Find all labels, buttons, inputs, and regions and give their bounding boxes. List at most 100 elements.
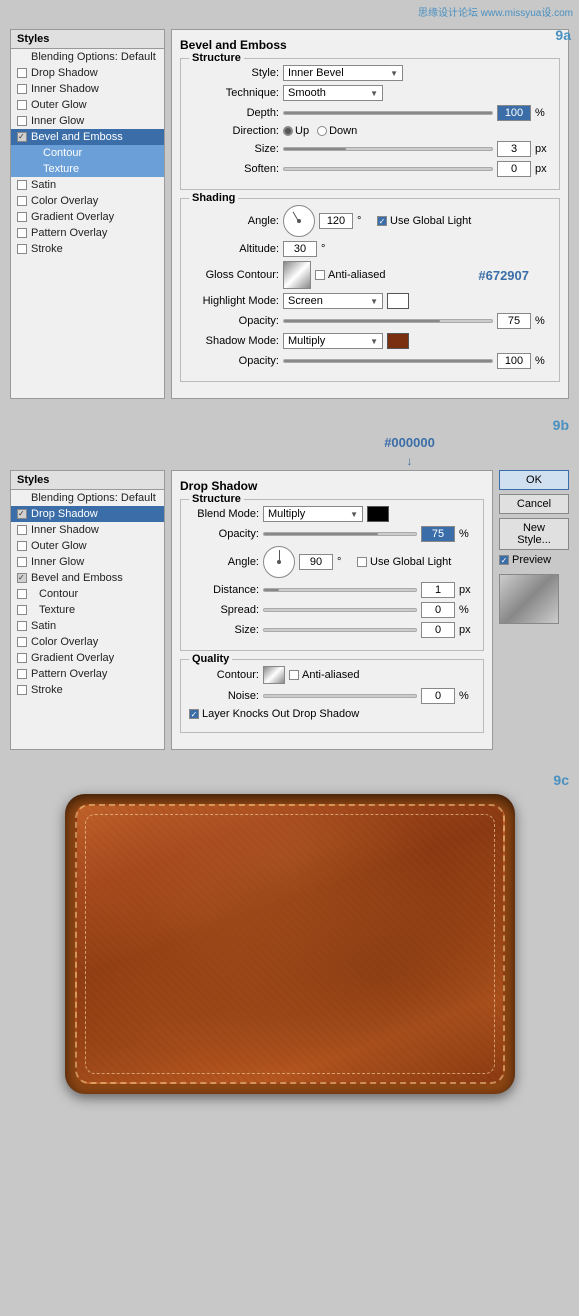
noise-input-b[interactable]	[421, 688, 455, 704]
highlight-opacity-slider[interactable]	[283, 319, 493, 323]
noise-slider-b[interactable]	[263, 694, 417, 698]
soften-input[interactable]	[497, 161, 531, 177]
checkbox-satin-a[interactable]	[17, 180, 27, 190]
distance-slider-b[interactable]	[263, 588, 417, 592]
direction-up[interactable]: Up	[283, 125, 309, 137]
checkbox-gradient-overlay-a[interactable]	[17, 212, 27, 222]
sidebar-item-color-overlay-b[interactable]: Color Overlay	[11, 634, 164, 650]
sidebar-item-pattern-overlay-a[interactable]: Pattern Overlay	[11, 225, 164, 241]
angle-dial-a[interactable]	[283, 205, 315, 237]
checkbox-inner-glow-b[interactable]	[17, 557, 27, 567]
sidebar-item-stroke-b[interactable]: Stroke	[11, 682, 164, 698]
shadow-mode-dropdown[interactable]: Multiply ▼	[283, 333, 383, 349]
depth-input[interactable]	[497, 105, 531, 121]
sidebar-item-stroke-a[interactable]: Stroke	[11, 241, 164, 257]
anti-aliased-checkbox-a[interactable]	[315, 270, 325, 280]
checkbox-stroke-a[interactable]	[17, 244, 27, 254]
technique-dropdown[interactable]: Smooth ▼	[283, 85, 383, 101]
anti-aliased-checkbox-b[interactable]	[289, 670, 299, 680]
layer-knocks-item[interactable]: Layer Knocks Out Drop Shadow	[189, 708, 359, 720]
size-slider-b[interactable]	[263, 628, 417, 632]
sidebar-item-satin-a[interactable]: Satin	[11, 177, 164, 193]
sidebar-item-inner-shadow-a[interactable]: Inner Shadow	[11, 81, 164, 97]
checkbox-texture-b[interactable]	[17, 605, 27, 615]
sidebar-item-gradient-overlay-b[interactable]: Gradient Overlay	[11, 650, 164, 666]
shadow-opacity-slider[interactable]	[283, 359, 493, 363]
shadow-opacity-input[interactable]	[497, 353, 531, 369]
sidebar-item-texture-a[interactable]: Texture	[11, 161, 164, 177]
checkbox-color-overlay-a[interactable]	[17, 196, 27, 206]
checkbox-contour-b[interactable]	[17, 589, 27, 599]
checkbox-inner-shadow-a[interactable]	[17, 84, 27, 94]
distance-input-b[interactable]	[421, 582, 455, 598]
checkbox-outer-glow-a[interactable]	[17, 100, 27, 110]
sidebar-item-inner-shadow-b[interactable]: Inner Shadow	[11, 522, 164, 538]
use-global-light-a[interactable]: Use Global Light	[377, 215, 471, 227]
ok-button[interactable]: OK	[499, 470, 569, 490]
highlight-opacity-input[interactable]	[497, 313, 531, 329]
sidebar-item-contour-b[interactable]: Contour	[11, 586, 164, 602]
checkbox-satin-b[interactable]	[17, 621, 27, 631]
sidebar-item-outer-glow-b[interactable]: Outer Glow	[11, 538, 164, 554]
checkbox-color-overlay-b[interactable]	[17, 637, 27, 647]
shadow-color-swatch[interactable]	[387, 333, 409, 349]
spread-input-b[interactable]	[421, 602, 455, 618]
spread-slider-b[interactable]	[263, 608, 417, 612]
global-light-checkbox-b[interactable]	[357, 557, 367, 567]
angle-input-b[interactable]	[299, 554, 333, 570]
opacity-input-b[interactable]	[421, 526, 455, 542]
sidebar-item-inner-glow-a[interactable]: Inner Glow	[11, 113, 164, 129]
size-input-b[interactable]	[421, 622, 455, 638]
highlight-mode-dropdown[interactable]: Screen ▼	[283, 293, 383, 309]
checkbox-pattern-overlay-b[interactable]	[17, 669, 27, 679]
angle-input-a[interactable]	[319, 213, 353, 229]
checkbox-drop-shadow-a[interactable]	[17, 68, 27, 78]
gloss-contour-thumb[interactable]	[283, 261, 311, 289]
sidebar-item-color-overlay-a[interactable]: Color Overlay	[11, 193, 164, 209]
size-input[interactable]	[497, 141, 531, 157]
sidebar-item-pattern-overlay-b[interactable]: Pattern Overlay	[11, 666, 164, 682]
sidebar-blending-b[interactable]: Blending Options: Default	[11, 490, 164, 506]
sidebar-item-contour-a[interactable]: Contour	[11, 145, 164, 161]
cancel-button[interactable]: Cancel	[499, 494, 569, 514]
checkbox-drop-shadow-b[interactable]	[17, 509, 27, 519]
preview-checkbox[interactable]	[499, 555, 509, 565]
new-style-button[interactable]: New Style...	[499, 518, 569, 550]
sidebar-item-drop-shadow-b[interactable]: Drop Shadow	[11, 506, 164, 522]
sidebar-item-gradient-overlay-a[interactable]: Gradient Overlay	[11, 209, 164, 225]
highlight-color-swatch[interactable]	[387, 293, 409, 309]
checkbox-bevel-a[interactable]	[17, 132, 27, 142]
style-dropdown[interactable]: Inner Bevel ▼	[283, 65, 403, 81]
quality-contour-thumb-b[interactable]	[263, 666, 285, 684]
sidebar-item-drop-shadow-a[interactable]: Drop Shadow	[11, 65, 164, 81]
sidebar-blending-a[interactable]: Blending Options: Default	[11, 49, 164, 65]
use-global-light-b[interactable]: Use Global Light	[357, 556, 451, 568]
depth-slider[interactable]	[283, 111, 493, 115]
checkbox-stroke-b[interactable]	[17, 685, 27, 695]
opacity-slider-b[interactable]	[263, 532, 417, 536]
checkbox-outer-glow-b[interactable]	[17, 541, 27, 551]
checkbox-bevel-b[interactable]	[17, 573, 27, 583]
layer-knocks-checkbox[interactable]	[189, 709, 199, 719]
soften-slider[interactable]	[283, 167, 493, 171]
sidebar-item-bevel-b[interactable]: Bevel and Emboss	[11, 570, 164, 586]
layer-knocks-row: Layer Knocks Out Drop Shadow	[189, 708, 475, 720]
sidebar-item-bevel-a[interactable]: Bevel and Emboss	[11, 129, 164, 145]
sidebar-item-inner-glow-b[interactable]: Inner Glow	[11, 554, 164, 570]
size-slider[interactable]	[283, 147, 493, 151]
checkbox-inner-shadow-b[interactable]	[17, 525, 27, 535]
altitude-input[interactable]	[283, 241, 317, 257]
direction-down[interactable]: Down	[317, 125, 357, 137]
global-light-checkbox-a[interactable]	[377, 216, 387, 226]
blend-mode-dropdown-b[interactable]: Multiply ▼	[263, 506, 363, 522]
sidebar-item-satin-b[interactable]: Satin	[11, 618, 164, 634]
checkbox-inner-glow-a[interactable]	[17, 116, 27, 126]
anti-aliased-b[interactable]: Anti-aliased	[289, 669, 359, 681]
angle-dial-b[interactable]	[263, 546, 295, 578]
blend-color-swatch-b[interactable]	[367, 506, 389, 522]
sidebar-item-texture-b[interactable]: Texture	[11, 602, 164, 618]
checkbox-pattern-overlay-a[interactable]	[17, 228, 27, 238]
sidebar-item-outer-glow-a[interactable]: Outer Glow	[11, 97, 164, 113]
checkbox-gradient-overlay-b[interactable]	[17, 653, 27, 663]
anti-aliased-a[interactable]: Anti-aliased	[315, 269, 385, 281]
